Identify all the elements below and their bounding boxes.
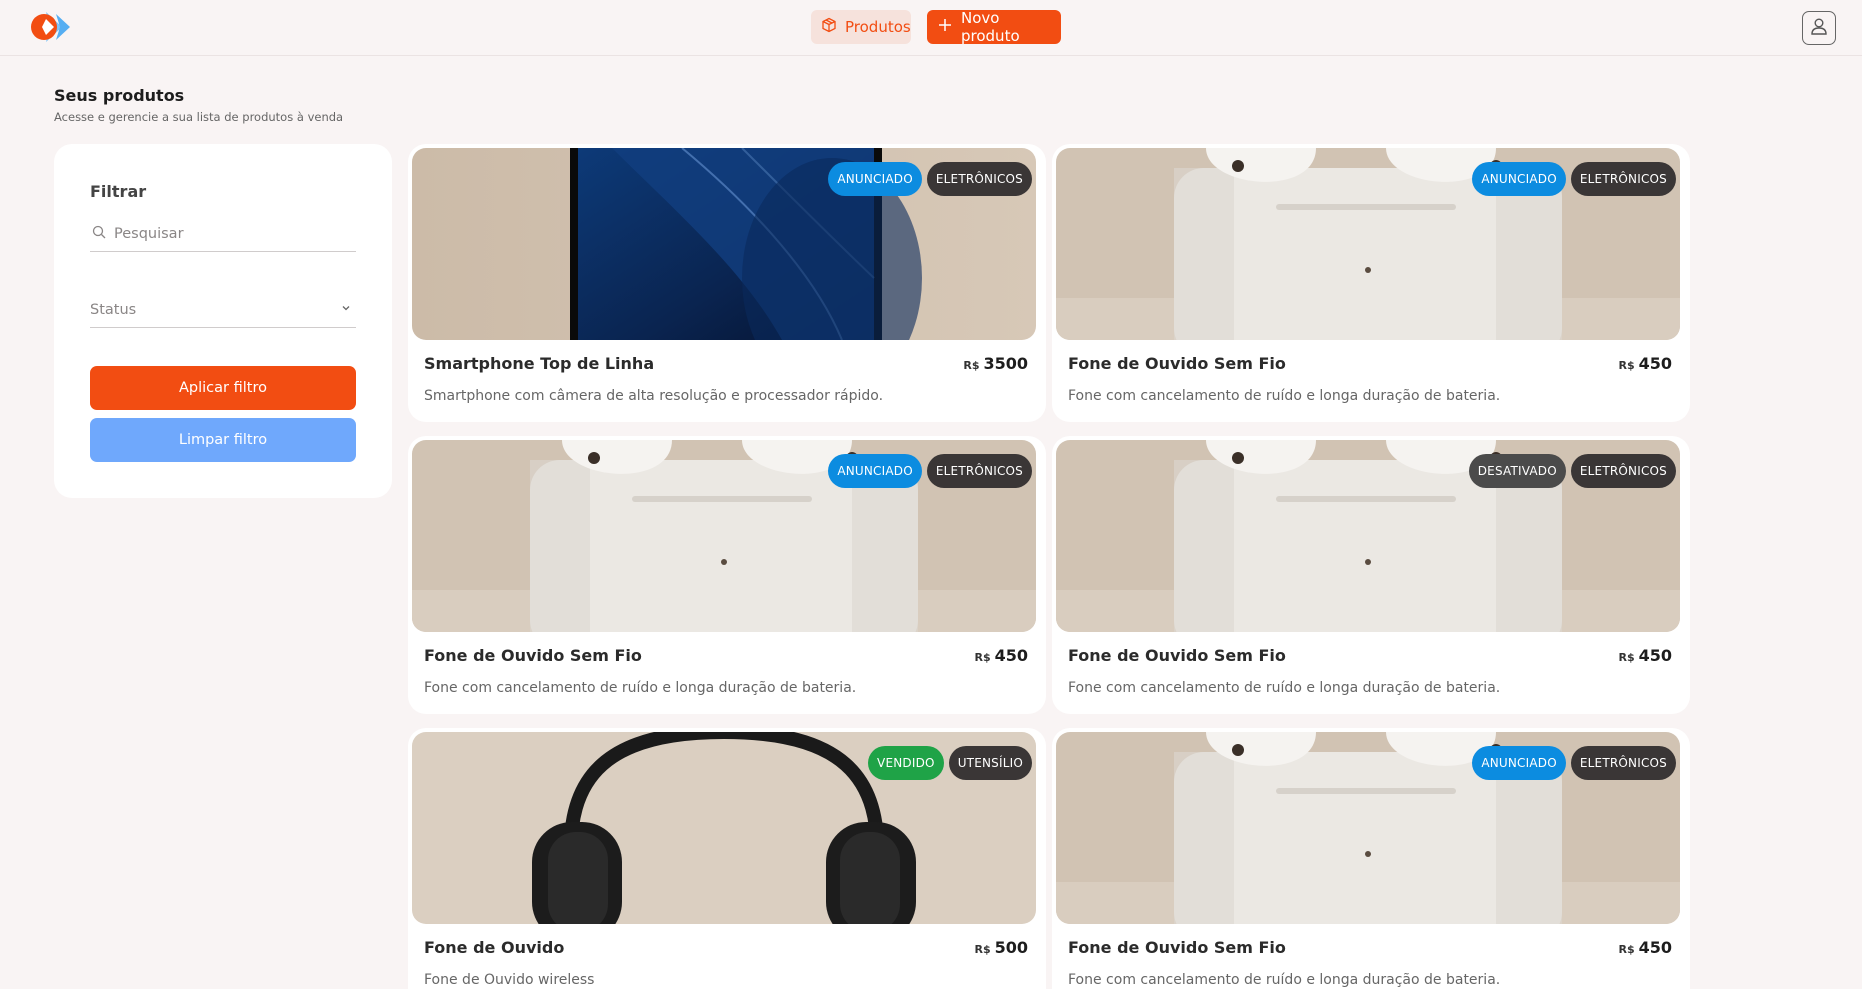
currency-label: R$ [1618,651,1635,664]
product-price: R$ 450 [1618,646,1672,665]
product-title: Fone de Ouvido Sem Fio [424,646,642,665]
status-badge: DESATIVADO [1468,454,1566,488]
product-badges: ANUNCIADO ELETRÔNICOS [828,162,1032,196]
plus-icon [937,17,953,37]
nav-products-button[interactable]: Produtos [811,10,911,44]
price-value: 450 [1638,354,1672,373]
apply-filter-button[interactable]: Aplicar filtro [90,366,356,410]
product-price: R$ 500 [974,938,1028,957]
user-icon [1809,16,1829,40]
status-badge: ANUNCIADO [1472,746,1566,780]
product-price: R$ 3500 [963,354,1028,373]
product-description: Fone com cancelamento de ruído e longa d… [1068,972,1501,988]
product-card[interactable]: ANUNCIADO ELETRÔNICOS Fone de Ouvido Sem… [1052,728,1690,989]
top-bar: Produtos Novo produto [0,0,1862,56]
page-subtitle: Acesse e gerencie a sua lista de produto… [54,110,344,124]
product-price: R$ 450 [974,646,1028,665]
product-badges: DESATIVADO ELETRÔNICOS [1468,454,1676,488]
category-badge: UTENSÍLIO [948,746,1032,780]
nav-products-label: Produtos [845,18,911,36]
new-product-label: Novo produto [961,9,1020,45]
user-avatar-button[interactable] [1802,11,1836,45]
category-badge: ELETRÔNICOS [1570,162,1676,196]
product-title: Fone de Ouvido Sem Fio [1068,646,1286,665]
status-badge: ANUNCIADO [828,454,922,488]
category-badge: ELETRÔNICOS [926,162,1032,196]
price-value: 450 [1638,938,1672,957]
chevron-down-icon [340,302,352,318]
product-description: Smartphone com câmera de alta resolução … [424,388,884,404]
category-badge: ELETRÔNICOS [1570,746,1676,780]
status-badge: ANUNCIADO [828,162,922,196]
new-product-button[interactable]: Novo produto [927,9,1061,45]
product-description: Fone de Ouvido wireless [424,972,595,988]
status-select[interactable]: Status [90,292,356,328]
clear-filter-button[interactable]: Limpar filtro [90,418,356,462]
price-value: 450 [1638,646,1672,665]
currency-label: R$ [974,943,991,956]
product-description: Fone com cancelamento de ruído e longa d… [424,680,857,696]
product-title: Fone de Ouvido [424,938,565,957]
status-placeholder: Status [90,301,137,318]
product-price: R$ 450 [1618,354,1672,373]
product-card[interactable]: ANUNCIADO ELETRÔNICOS Fone de Ouvido Sem… [1052,144,1690,422]
product-price: R$ 450 [1618,938,1672,957]
product-card[interactable]: DESATIVADO ELETRÔNICOS Fone de Ouvido Se… [1052,436,1690,714]
main-nav: Produtos Novo produto [811,9,1061,45]
status-badge: ANUNCIADO [1472,162,1566,196]
currency-label: R$ [963,359,980,372]
logo-icon[interactable] [28,10,72,44]
category-badge: ELETRÔNICOS [926,454,1032,488]
product-badges: VENDIDO UTENSÍLIO [868,746,1032,780]
product-card[interactable]: VENDIDO UTENSÍLIO Fone de Ouvido R$ 500 … [408,728,1046,989]
product-grid: ANUNCIADO ELETRÔNICOS Smartphone Top de … [408,144,1690,989]
product-title: Smartphone Top de Linha [424,354,655,373]
search-input[interactable]: Pesquisar [90,216,356,252]
box-icon [821,17,837,37]
currency-label: R$ [1618,943,1635,956]
product-description: Fone com cancelamento de ruído e longa d… [1068,680,1501,696]
product-description: Fone com cancelamento de ruído e longa d… [1068,388,1501,404]
category-badge: ELETRÔNICOS [1570,454,1676,488]
product-card[interactable]: ANUNCIADO ELETRÔNICOS Fone de Ouvido Sem… [408,436,1046,714]
price-value: 3500 [983,354,1028,373]
status-badge: VENDIDO [868,746,944,780]
page-title: Seus produtos [54,86,185,105]
search-icon [92,225,106,243]
price-value: 450 [994,646,1028,665]
product-card[interactable]: ANUNCIADO ELETRÔNICOS Smartphone Top de … [408,144,1046,422]
price-value: 500 [994,938,1028,957]
currency-label: R$ [974,651,991,664]
filter-title: Filtrar [90,182,147,201]
product-title: Fone de Ouvido Sem Fio [1068,354,1286,373]
product-title: Fone de Ouvido Sem Fio [1068,938,1286,957]
product-badges: ANUNCIADO ELETRÔNICOS [1472,746,1676,780]
search-placeholder: Pesquisar [114,225,184,242]
product-badges: ANUNCIADO ELETRÔNICOS [828,454,1032,488]
product-badges: ANUNCIADO ELETRÔNICOS [1472,162,1676,196]
currency-label: R$ [1618,359,1635,372]
